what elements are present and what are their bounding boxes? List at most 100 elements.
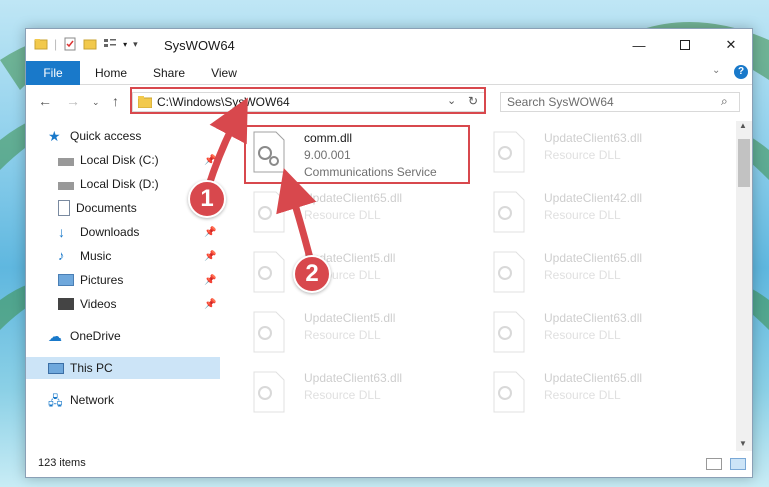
customize-dropdown-icon[interactable]: ▾ [123,40,127,49]
sidebar-item-onedrive[interactable]: ☁ OneDrive [26,325,220,347]
properties-icon[interactable] [63,37,77,51]
file-item[interactable]: UpdateClient5.dll Resource DLL [242,305,472,361]
help-icon[interactable]: ? [734,65,748,79]
file-highlight [244,125,470,184]
pin-icon[interactable]: 📌 [204,155,216,166]
file-item[interactable]: UpdateClient42.dll Resource DLL [482,185,712,241]
dll-file-icon [493,371,525,413]
details-view-icon[interactable] [706,458,722,470]
sidebar-item-network[interactable]: 🖧 Network [26,389,220,411]
back-button[interactable]: ← [38,93,52,109]
minimize-icon: — [632,37,646,53]
view-options-icon[interactable] [103,37,117,51]
tab-home[interactable]: Home [88,61,134,85]
music-icon: ♪ [58,248,65,263]
sidebar-item-label: This PC [70,361,113,375]
dll-file-icon [493,251,525,293]
file-item[interactable]: UpdateClient5.dll Resource DLL [242,245,472,301]
file-name: UpdateClient63.dll [304,371,403,385]
file-description: Resource DLL [544,268,621,282]
dll-file-icon [253,191,285,233]
sidebar-item-label: Music [80,249,112,263]
file-name: UpdateClient65.dll [544,251,643,265]
download-icon: ↓ [58,224,65,240]
new-folder-icon[interactable] [83,37,97,51]
tab-share[interactable]: Share [146,61,192,85]
file-item[interactable]: UpdateClient65.dll Resource DLL [482,365,712,421]
file-name: UpdateClient5.dll [304,311,396,325]
scroll-up-icon[interactable]: ▲ [739,121,747,130]
sidebar-item-local-disk-c[interactable]: Local Disk (C:) 📌 [26,149,220,171]
file-name: UpdateClient65.dll [304,191,403,205]
up-button[interactable]: ↑ [112,93,119,109]
sidebar-item-label: OneDrive [70,329,121,343]
scrollbar-thumb[interactable] [738,139,750,187]
recent-locations-icon[interactable]: ⌄ [92,97,100,108]
address-bar-highlight [130,87,486,114]
sidebar-item-label: Documents [76,201,137,215]
search-box[interactable]: Search SysWOW64 ⌕ [500,92,740,112]
network-icon: 🖧 [48,393,63,408]
file-item[interactable]: UpdateClient63.dll Resource DLL [482,125,712,181]
dll-file-icon [493,311,525,353]
file-description: Resource DLL [304,208,381,222]
search-input[interactable]: Search SysWOW64 [507,95,614,109]
pin-icon[interactable]: 📌 [204,275,216,286]
file-description: Resource DLL [544,328,621,342]
maximize-icon [680,40,690,50]
forward-button[interactable]: → [66,93,80,109]
file-name: UpdateClient63.dll [544,311,643,325]
minimize-button[interactable]: — [616,29,662,61]
folder-icon [34,39,48,50]
drive-icon [58,158,74,166]
quick-access-toolbar: | ▾ ▾ [34,37,138,51]
vertical-scrollbar[interactable]: ▲ ▼ [736,121,752,451]
file-description: Resource DLL [304,388,381,402]
file-item[interactable]: UpdateClient63.dll Resource DLL [482,305,712,361]
close-icon: ✕ [725,37,737,52]
close-button[interactable]: ✕ [708,29,754,61]
file-item[interactable]: UpdateClient65.dll Resource DLL [482,245,712,301]
step-badge-2: 2 [293,255,331,293]
navigation-pane: ★ Quick access Local Disk (C:) 📌 Local D… [26,125,220,455]
expand-ribbon-icon[interactable]: ⌄ [712,65,720,76]
sidebar-item-this-pc[interactable]: This PC [26,357,220,379]
dll-file-icon [493,131,525,173]
divider: | [54,37,58,51]
videos-icon [58,298,74,310]
sidebar-item-label: Downloads [80,225,140,239]
tab-view[interactable]: View [204,61,244,85]
sidebar-item-label: Local Disk (D:) [80,177,159,191]
customize-qat-icon[interactable]: ▾ [133,39,138,50]
dll-file-icon [253,371,285,413]
sidebar-item-downloads[interactable]: ↓ Downloads 📌 [26,221,220,243]
dll-file-icon [493,191,525,233]
dll-file-icon [253,311,285,353]
sidebar-item-music[interactable]: ♪ Music 📌 [26,245,220,267]
sidebar-item-quick-access[interactable]: ★ Quick access [48,125,242,147]
tab-file[interactable]: File [26,61,80,85]
scroll-down-icon[interactable]: ▼ [739,439,747,448]
sidebar-item-label: Pictures [80,273,124,287]
pin-icon[interactable]: 📌 [204,227,216,238]
status-bar: 123 items [26,453,752,477]
step-badge-1: 1 [188,180,226,218]
pin-icon[interactable]: 📌 [204,299,216,310]
maximize-button[interactable] [662,29,708,61]
sidebar-item-pictures[interactable]: Pictures 📌 [26,269,220,291]
file-description: Resource DLL [304,328,381,342]
sidebar-item-videos[interactable]: Videos 📌 [26,293,220,315]
file-description: Resource DLL [544,148,621,162]
file-name: UpdateClient63.dll [544,131,643,145]
large-icons-view-icon[interactable] [730,458,746,470]
file-item[interactable]: UpdateClient65.dll Resource DLL [242,185,472,241]
file-item[interactable]: UpdateClient63.dll Resource DLL [242,365,472,421]
pictures-icon [58,274,74,286]
sidebar-item-label: Quick access [70,129,142,143]
file-name: UpdateClient42.dll [544,191,643,205]
file-name: UpdateClient65.dll [544,371,643,385]
star-icon: ★ [48,128,61,144]
pin-icon[interactable]: 📌 [204,251,216,262]
sidebar-item-label: Network [70,393,115,407]
drive-icon [58,182,74,190]
